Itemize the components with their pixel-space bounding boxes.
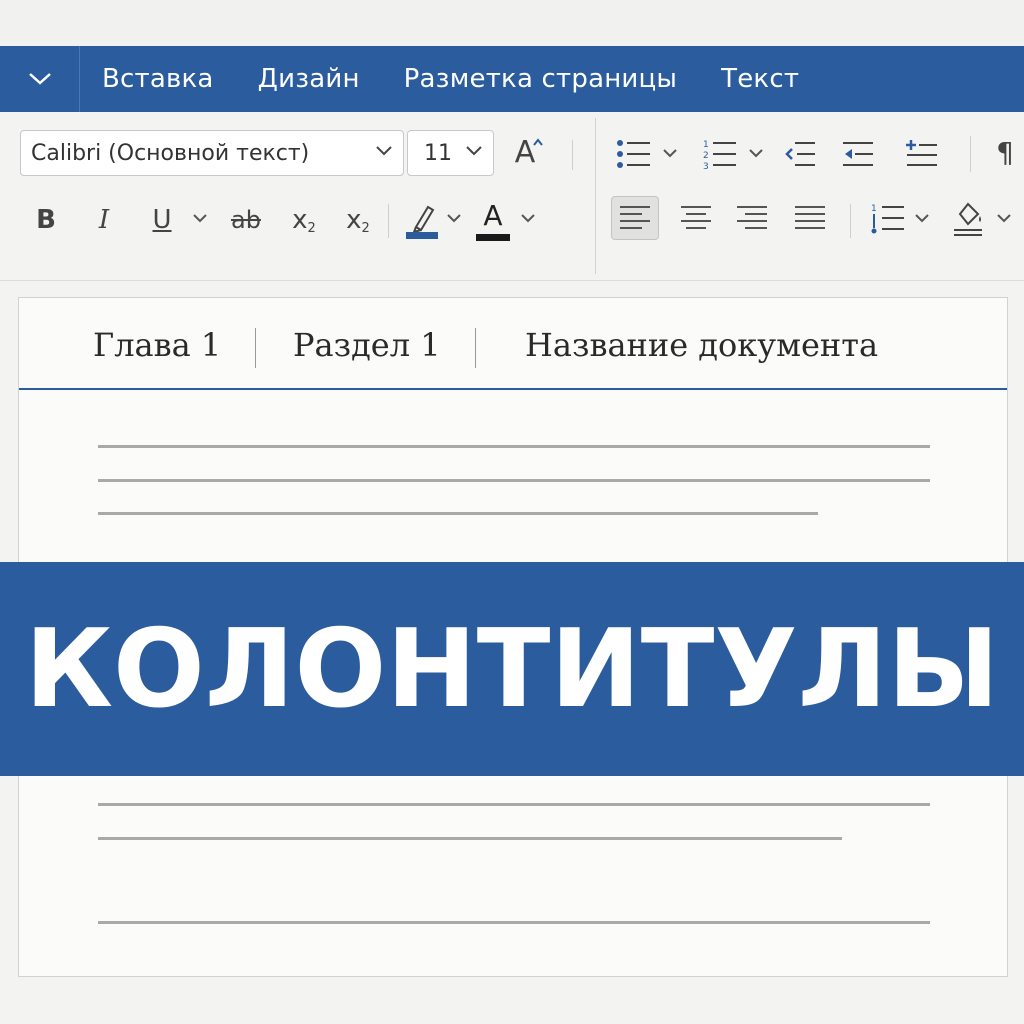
collapse-ribbon-button[interactable] — [0, 46, 80, 112]
justify-button[interactable] — [790, 198, 830, 238]
outdent-icon — [843, 142, 873, 166]
chevron-down-icon[interactable] — [662, 148, 678, 160]
chevron-down-icon[interactable] — [914, 213, 930, 225]
header-separator — [475, 328, 476, 368]
banner-title: КОЛОНТИТУЛЫ — [24, 606, 1000, 732]
header-doc-title[interactable]: Название документа — [525, 326, 878, 364]
header-chapter[interactable]: Глава 1 — [93, 326, 221, 364]
header-separator — [255, 328, 256, 368]
bold-button[interactable]: B — [28, 200, 64, 240]
svg-text:2: 2 — [703, 151, 709, 161]
bullets-button[interactable] — [614, 134, 654, 174]
align-left-button[interactable] — [611, 196, 659, 240]
paint-bucket-icon — [954, 202, 982, 236]
divider — [970, 136, 971, 172]
superscript-mark: 2 — [361, 220, 370, 236]
outdent-icon — [785, 142, 815, 166]
svg-text:3: 3 — [703, 162, 709, 170]
tab-text[interactable]: Текст — [721, 64, 799, 94]
align-center-icon — [681, 206, 711, 229]
superscript-label: x — [346, 205, 362, 235]
line-spacing-button[interactable]: 1 — [868, 198, 908, 238]
tab-insert[interactable]: Вставка — [102, 64, 214, 94]
caret-up-icon — [533, 138, 543, 146]
italic-label: I — [98, 205, 110, 235]
grow-font-button[interactable]: A — [505, 132, 545, 172]
shading-button[interactable] — [948, 196, 988, 240]
svg-text:1: 1 — [871, 204, 877, 214]
underline-button[interactable]: U — [144, 200, 180, 240]
divider — [572, 140, 573, 170]
text-line — [98, 803, 930, 806]
increase-indent-button[interactable] — [902, 134, 942, 174]
indent-icon — [906, 140, 937, 166]
font-size-select[interactable]: 11 — [407, 130, 494, 176]
chevron-down-icon[interactable] — [520, 213, 536, 225]
group-divider — [595, 118, 596, 274]
chevron-down-icon — [376, 146, 392, 156]
highlighter-icon — [406, 205, 438, 239]
numbering-button[interactable]: 1 2 3 — [700, 134, 740, 174]
title-banner: КОЛОНТИТУЛЫ — [0, 562, 1024, 776]
align-right-button[interactable] — [732, 198, 772, 238]
bullet-list-icon — [617, 140, 650, 168]
tab-layout[interactable]: Разметка страницы — [404, 64, 678, 94]
chevron-down-icon[interactable] — [192, 213, 208, 225]
chevron-down-icon[interactable] — [748, 148, 764, 160]
decrease-indent-alt-button[interactable] — [838, 134, 878, 174]
bold-label: B — [36, 205, 56, 235]
text-line — [98, 479, 930, 482]
text-line — [98, 512, 818, 515]
strikethrough-button[interactable]: ab — [224, 200, 268, 240]
subscript-mark: 2 — [307, 220, 316, 236]
title-strip — [0, 0, 1024, 46]
strikethrough-label: ab — [231, 206, 261, 234]
underline-label: U — [152, 205, 172, 235]
align-right-icon — [737, 206, 767, 229]
menu-bar: Вставка Дизайн Разметка страницы Текст — [0, 46, 1024, 112]
divider — [850, 204, 851, 238]
font-name-select[interactable]: Calibri (Основной текст) — [20, 130, 404, 176]
align-left-icon — [620, 206, 650, 229]
font-size-value: 11 — [424, 140, 452, 166]
page-header[interactable]: Глава 1 Раздел 1 Название документа — [19, 298, 1007, 390]
show-formatting-button[interactable]: ¶ — [990, 132, 1020, 172]
text-line — [98, 837, 842, 840]
tab-design[interactable]: Дизайн — [258, 64, 360, 94]
numbered-list-icon: 1 2 3 — [703, 140, 736, 170]
chevron-down-icon[interactable] — [446, 213, 462, 225]
superscript-button[interactable]: x 2 — [336, 200, 380, 240]
header-section[interactable]: Раздел 1 — [293, 326, 441, 364]
font-color-button[interactable]: A — [474, 198, 512, 244]
text-line — [98, 921, 930, 924]
subscript-button[interactable]: x 2 — [282, 200, 326, 240]
subscript-label: x — [292, 205, 308, 235]
highlight-button[interactable] — [402, 198, 442, 244]
decrease-indent-button[interactable] — [780, 134, 820, 174]
chevron-down-icon[interactable] — [996, 213, 1012, 225]
svg-text:1: 1 — [703, 140, 709, 150]
font-name-value: Calibri (Основной текст) — [31, 140, 310, 166]
italic-button[interactable]: I — [86, 200, 122, 240]
line-spacing-icon: 1 — [871, 204, 904, 234]
divider — [388, 204, 389, 238]
font-color-label: A — [483, 198, 503, 232]
chevron-down-icon — [466, 146, 482, 156]
font-color-swatch — [476, 233, 510, 241]
text-line — [98, 445, 930, 448]
ribbon: Calibri (Основной текст) 11 A B I U ab x… — [0, 112, 1024, 385]
chevron-down-icon — [28, 73, 51, 85]
pilcrow-icon: ¶ — [996, 135, 1014, 169]
align-center-button[interactable] — [676, 198, 716, 238]
align-justify-icon — [795, 206, 825, 229]
